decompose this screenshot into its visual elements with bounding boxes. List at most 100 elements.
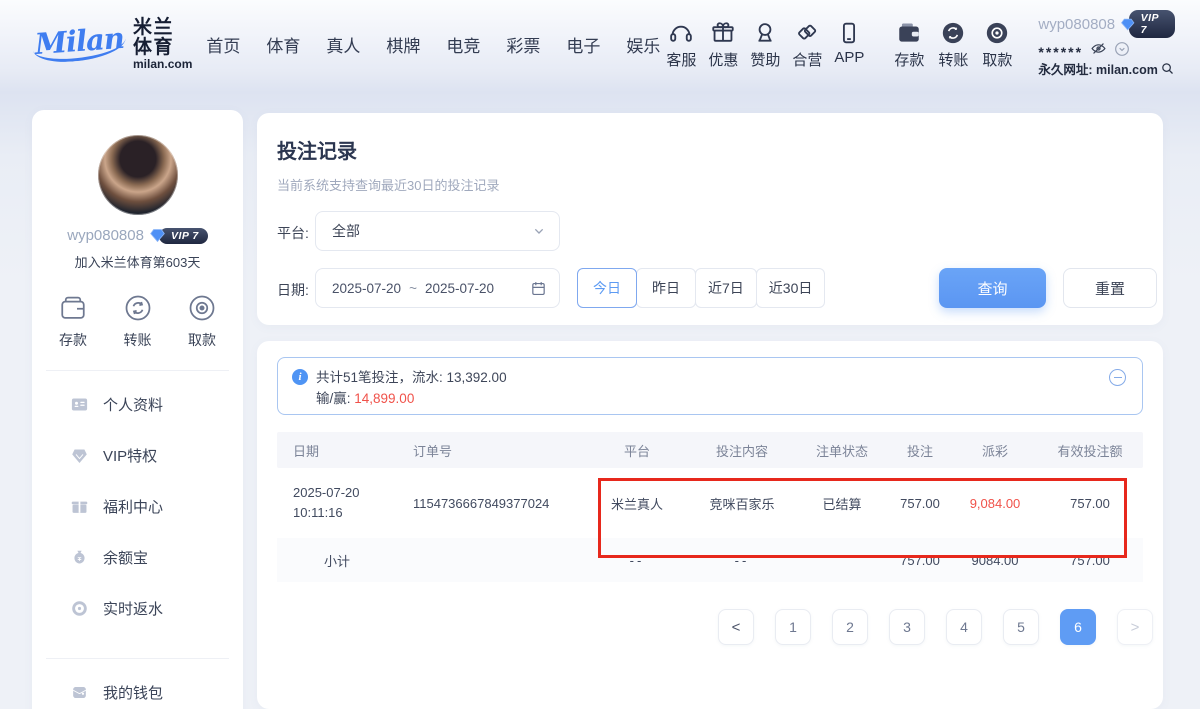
promotions-button[interactable]: 优惠 [702,18,744,70]
info-icon: i [292,369,308,385]
withdraw-outline-icon [187,293,217,323]
cell-content: 竞咪百家乐 [687,494,797,513]
withdraw-filled-icon [984,18,1010,46]
sidebar-withdraw-button[interactable]: 取款 [187,293,217,350]
date-range-input[interactable]: 2025-07-20 ~ 2025-07-20 [315,268,560,308]
sidebar: wyp080808 VIP 7 加入米兰体育第603天 存款 转账 [32,110,243,709]
loss-win-value: 14,899.00 [354,391,414,406]
logo-domain-text: milan.com [133,58,192,71]
col-content: 投注内容 [687,441,797,460]
range-7days-button[interactable]: 近7日 [695,268,757,308]
gem-icon [70,446,89,465]
platform-select[interactable]: 全部 [315,211,560,251]
sidebar-vip-badge: VIP 7 [149,228,208,244]
moneybag-icon [70,548,89,567]
reset-button[interactable]: 重置 [1063,268,1157,308]
col-platform: 平台 [587,441,687,460]
col-date: 日期 [277,441,397,460]
sidebar-item-yuebao[interactable]: 余额宝 [32,532,243,583]
sidebar-vip-level-text: VIP 7 [159,228,208,244]
quick-icons-group: 客服 优惠 赞助 合营 [660,18,870,70]
headset-icon [668,18,694,46]
page-button-2[interactable]: 2 [832,609,868,645]
gem-icon [149,228,166,243]
summary-banner: i 共计51笔投注，流水: 13,392.00 输/赢: 14,899.00 [277,357,1143,415]
app-download-button[interactable]: APP [828,18,870,70]
summary-totals-text: 共计51笔投注，流水: 13,392.00 [316,367,507,388]
sponsorship-button[interactable]: 赞助 [744,18,786,70]
page-subtitle: 当前系统支持查询最近30日的投注记录 [277,175,499,194]
subtotal-content: -- [687,553,797,568]
subtotal-payout: 9084.00 [953,553,1037,568]
wallet-filled-icon [896,18,922,46]
sidebar-transfer-button[interactable]: 转账 [123,293,153,350]
page-button-5[interactable]: 5 [1003,609,1039,645]
next-page-button[interactable]: > [1117,609,1153,645]
col-bet: 投注 [887,441,953,460]
records-card: i 共计51笔投注，流水: 13,392.00 输/赢: 14,899.00 日… [257,341,1163,709]
magnifier-icon[interactable] [1160,61,1175,76]
gem-icon [1120,17,1135,32]
sidebar-avatar [98,135,178,215]
wallet-icons-group: 存款 转账 取款 [888,18,1018,70]
user-info-block[interactable]: wyp080808 VIP 7 ****** 永久网址: milan.com [1038,10,1174,78]
nav-item-cards[interactable]: 棋牌 [386,32,420,57]
welfare-gift-icon [70,497,89,516]
collapse-minus-icon[interactable] [1109,369,1126,386]
col-payout: 派彩 [953,441,1037,460]
summary-loss-line: 输/赢: 14,899.00 [316,388,507,409]
chevron-circle-icon[interactable] [1114,41,1130,57]
sidebar-item-profile[interactable]: 个人资料 [32,379,243,430]
sidebar-item-vip[interactable]: VIP特权 [32,430,243,481]
page-button-6-active[interactable]: 6 [1060,609,1096,645]
sidebar-item-my-wallet[interactable]: 我的钱包 [32,667,243,709]
query-button[interactable]: 查询 [939,268,1046,308]
site-logo[interactable]: Milan 米兰体育 milan.com [33,18,192,70]
betting-records-page: Milan 米兰体育 milan.com 首页 体育 真人 棋牌 电竞 彩票 电… [0,0,1200,709]
page-button-1[interactable]: 1 [775,609,811,645]
prev-page-button[interactable]: < [718,609,754,645]
eye-off-icon[interactable] [1090,40,1107,57]
partnership-button[interactable]: 合营 [786,18,828,70]
withdraw-button[interactable]: 取款 [976,18,1018,70]
nav-item-lottery[interactable]: 彩票 [506,32,540,57]
cell-valid: 757.00 [1037,496,1143,511]
cell-order: 1154736667849377024 [397,496,587,511]
chevron-down-icon [531,223,547,239]
table-row: 2025-07-20 10:11:16 1154736667849377024 … [277,468,1143,538]
page-button-3[interactable]: 3 [889,609,925,645]
calendar-icon [530,280,547,297]
platform-label: 平台: [277,223,309,243]
sidebar-item-rebate[interactable]: 实时返水 [32,583,243,634]
nav-item-entertainment[interactable]: 娱乐 [626,32,660,57]
page-title: 投注记录 [277,135,357,164]
logo-script-text: Milan [32,24,127,64]
range-yesterday-button[interactable]: 昨日 [636,268,696,308]
phone-icon [836,18,862,46]
cell-payout: 9,084.00 [953,496,1037,511]
col-order: 订单号 [397,441,587,460]
nav-item-live[interactable]: 真人 [326,32,360,57]
nav-item-home[interactable]: 首页 [206,32,240,57]
deposit-button[interactable]: 存款 [888,18,930,70]
nav-item-esports[interactable]: 电竞 [446,32,480,57]
gift-icon [710,18,736,46]
subtotal-bet: 757.00 [887,553,953,568]
logo-cn-text: 米兰体育 [133,18,192,58]
cell-status: 已结算 [797,494,887,513]
id-card-icon [70,395,89,414]
date-range-presets: 今日 昨日 近7日 近30日 [578,268,825,308]
range-30days-button[interactable]: 近30日 [756,268,826,308]
nav-item-sports[interactable]: 体育 [266,32,300,57]
range-today-button[interactable]: 今日 [577,268,637,308]
vip-badge: VIP 7 [1120,10,1175,38]
sidebar-item-welfare[interactable]: 福利中心 [32,481,243,532]
nav-item-slots[interactable]: 电子 [566,32,600,57]
date-start-value: 2025-07-20 [332,281,401,296]
page-button-4[interactable]: 4 [946,609,982,645]
masked-balance-text: ****** [1038,41,1083,57]
subtotal-row: 小计 -- -- 757.00 9084.00 757.00 [277,538,1143,582]
customer-service-button[interactable]: 客服 [660,18,702,70]
transfer-button[interactable]: 转账 [932,18,974,70]
sidebar-deposit-button[interactable]: 存款 [58,293,88,350]
